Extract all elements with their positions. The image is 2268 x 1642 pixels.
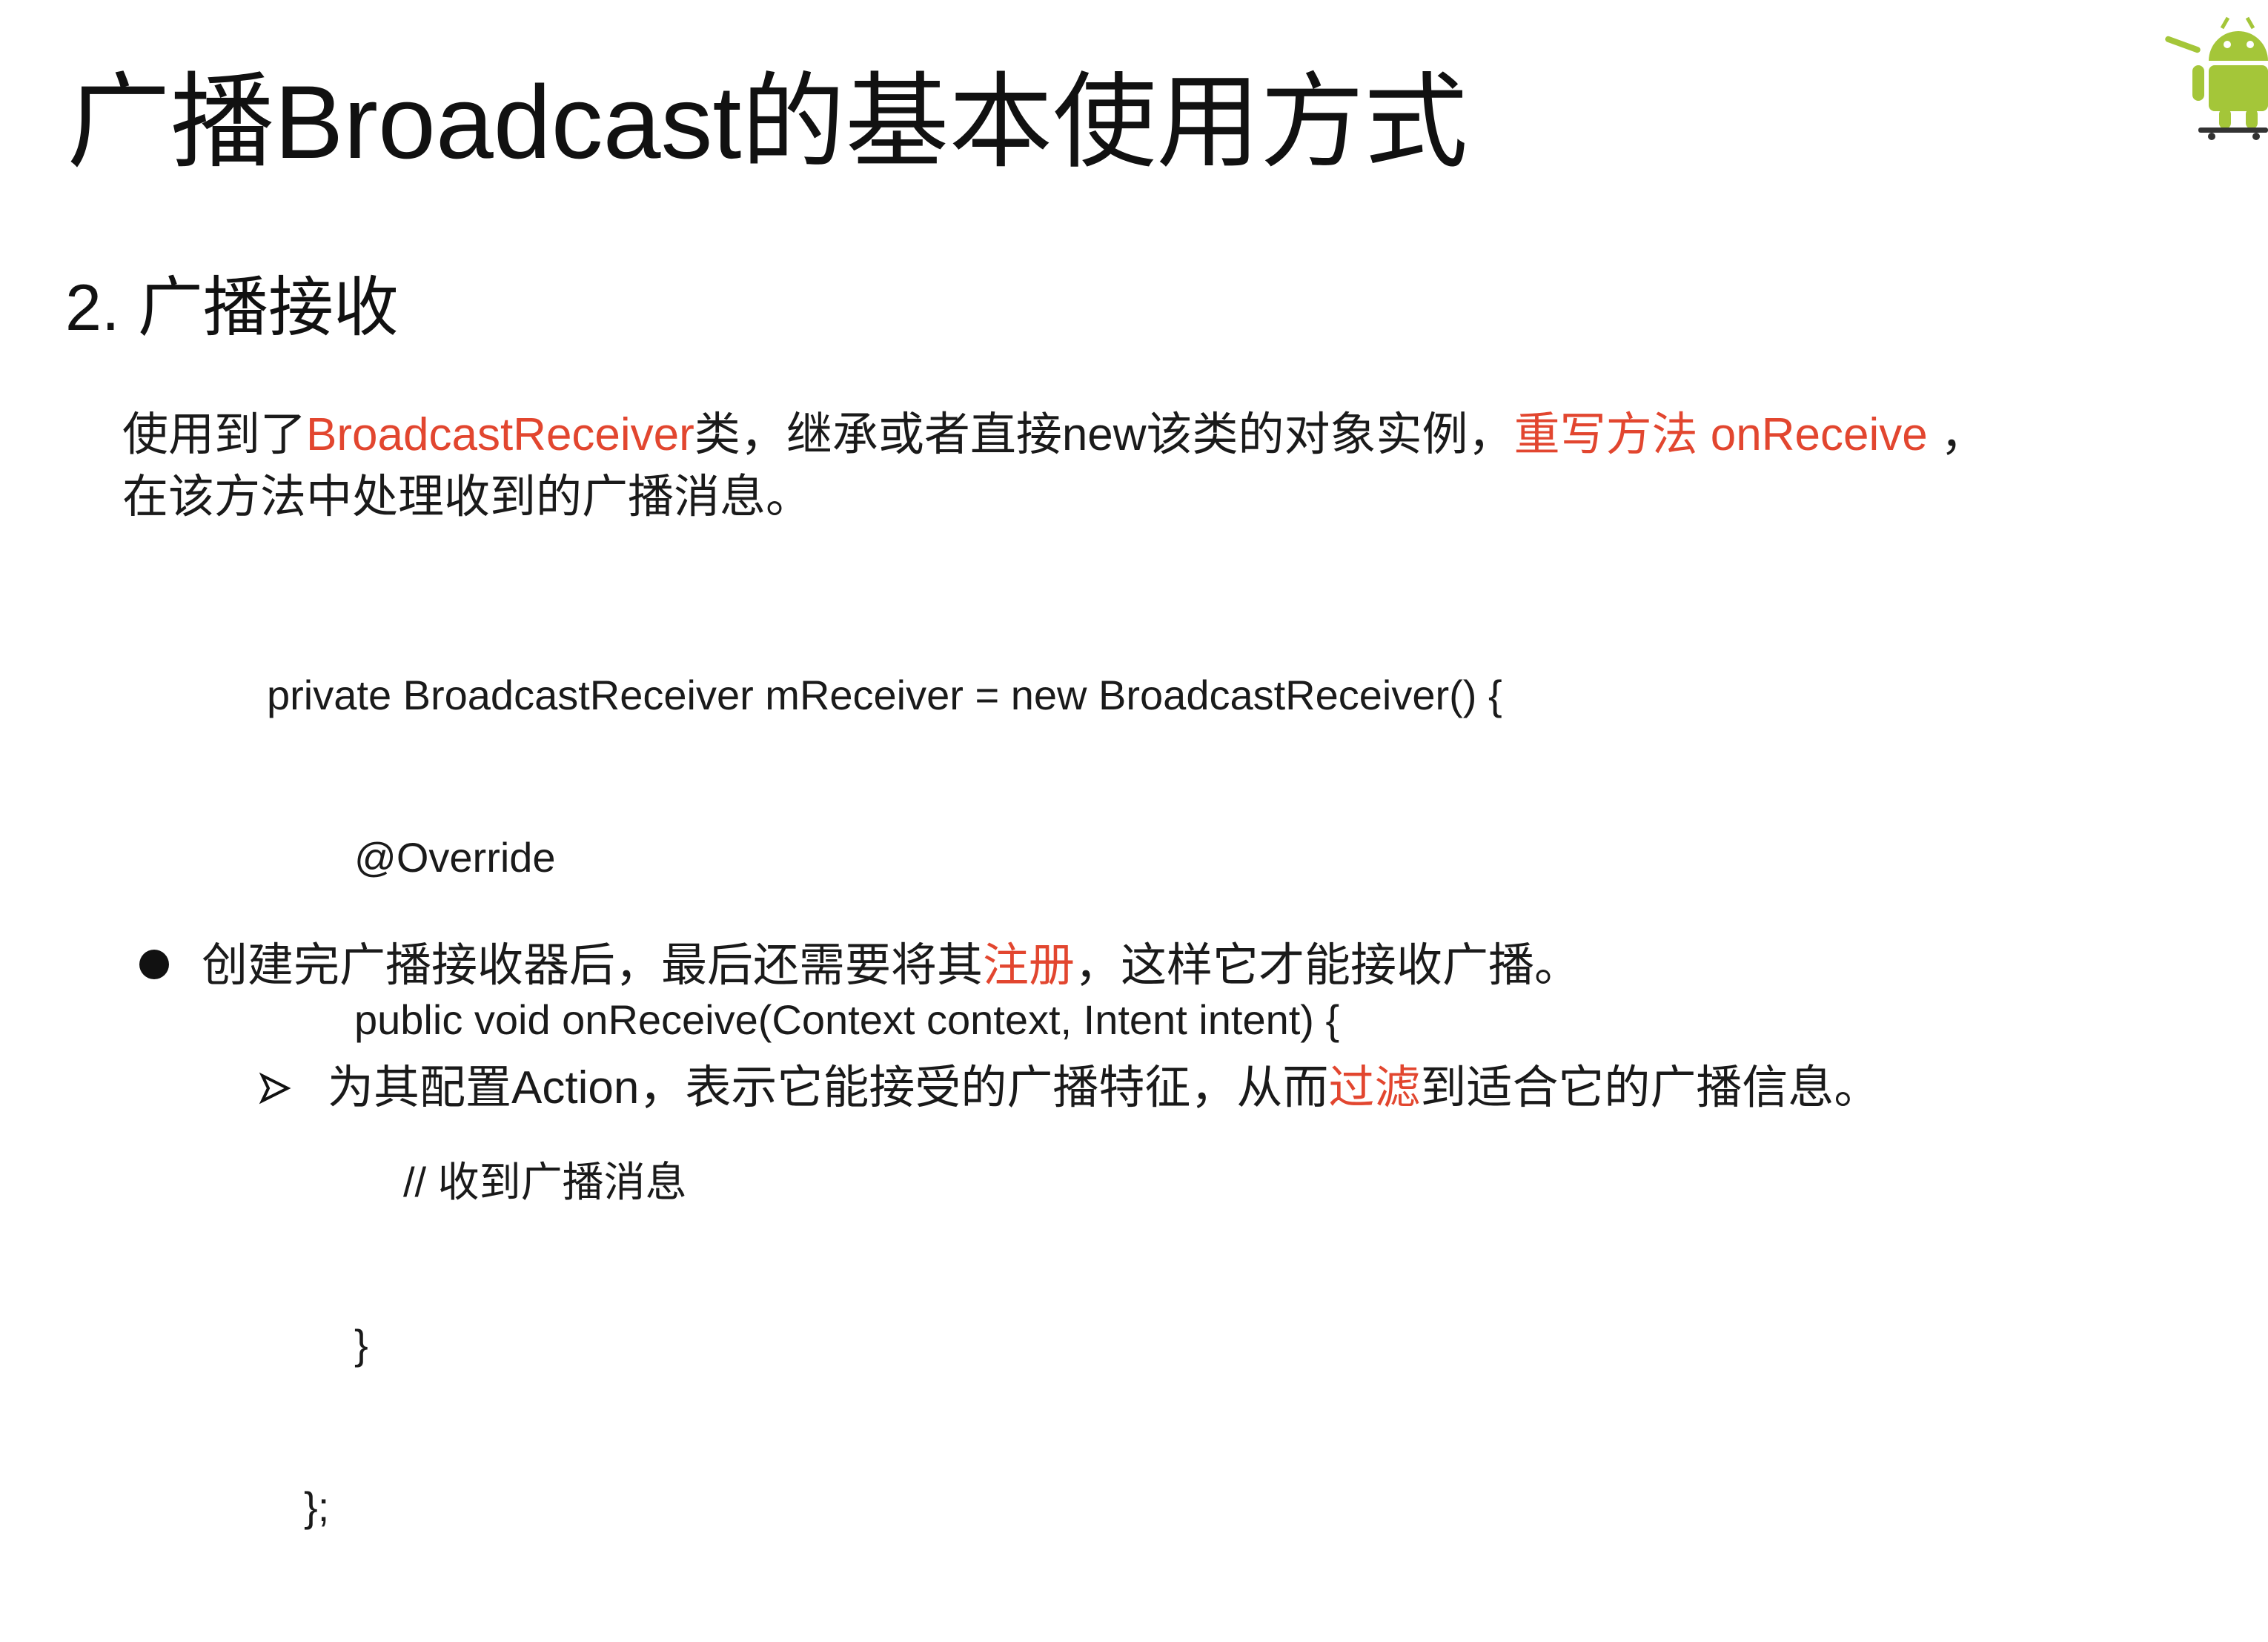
sub-bullet-prefix: 为其配置Action，表示它能接受的广播特征，从而 [328,1062,1329,1113]
code-line: } [354,1321,368,1368]
intro-paragraph: 使用到了BroadcastReceiver类，继承或者直接new该类的对象实例，… [122,404,2212,529]
intro-line-1: 使用到了BroadcastReceiver类，继承或者直接new该类的对象实例，… [122,404,2212,466]
bullet-highlight: 注册 [983,940,1075,991]
bullet-suffix: ，这样它才能接收广播。 [1075,940,1581,991]
code-line: public void onReceive(Context context, I… [354,996,1340,1043]
sub-bullet-item: 为其配置Action，表示它能接受的广播特征，从而过滤到适合它的广播信息。 [258,1055,1880,1122]
intro-highlight-class: BroadcastReceiver [306,409,694,460]
bullet-prefix: 创建完广播接收器后，最后还需要将其 [202,940,984,991]
intro-highlight-method: 重写方法 onReceive [1513,409,1928,460]
sub-bullet-highlight: 过滤 [1328,1062,1421,1113]
bullet-dot-icon [139,949,169,979]
code-line: // 收到广播消息 [403,1159,687,1205]
intro-middle: 类，继承或者直接new该类的对象实例， [694,409,1514,460]
arrowhead-bullet-icon [259,1072,291,1104]
section-heading: 2. 广播接收 [65,271,399,344]
sub-bullet-suffix: 到适合它的广播信息。 [1420,1062,1880,1113]
code-line: @Override [354,834,556,881]
code-line: private BroadcastReceiver mReceiver = ne… [267,672,1502,718]
slide-title: 广播Broadcast的基本使用方式 [67,64,1468,180]
slide: 广播Broadcast的基本使用方式 2. 广播接收 使用到了Broadcast… [0,0,2268,1530]
android-mascot-icon [2165,16,2268,140]
intro-suffix: ， [1927,409,1986,460]
bullet-item: 创建完广播接收器后，最后还需要将其注册，这样它才能接收广播。 [139,933,1580,999]
intro-prefix: 使用到了 [122,409,307,460]
code-line: }; [304,1483,330,1530]
intro-line-2: 在该方法中处理收到的广播消息。 [122,471,812,523]
